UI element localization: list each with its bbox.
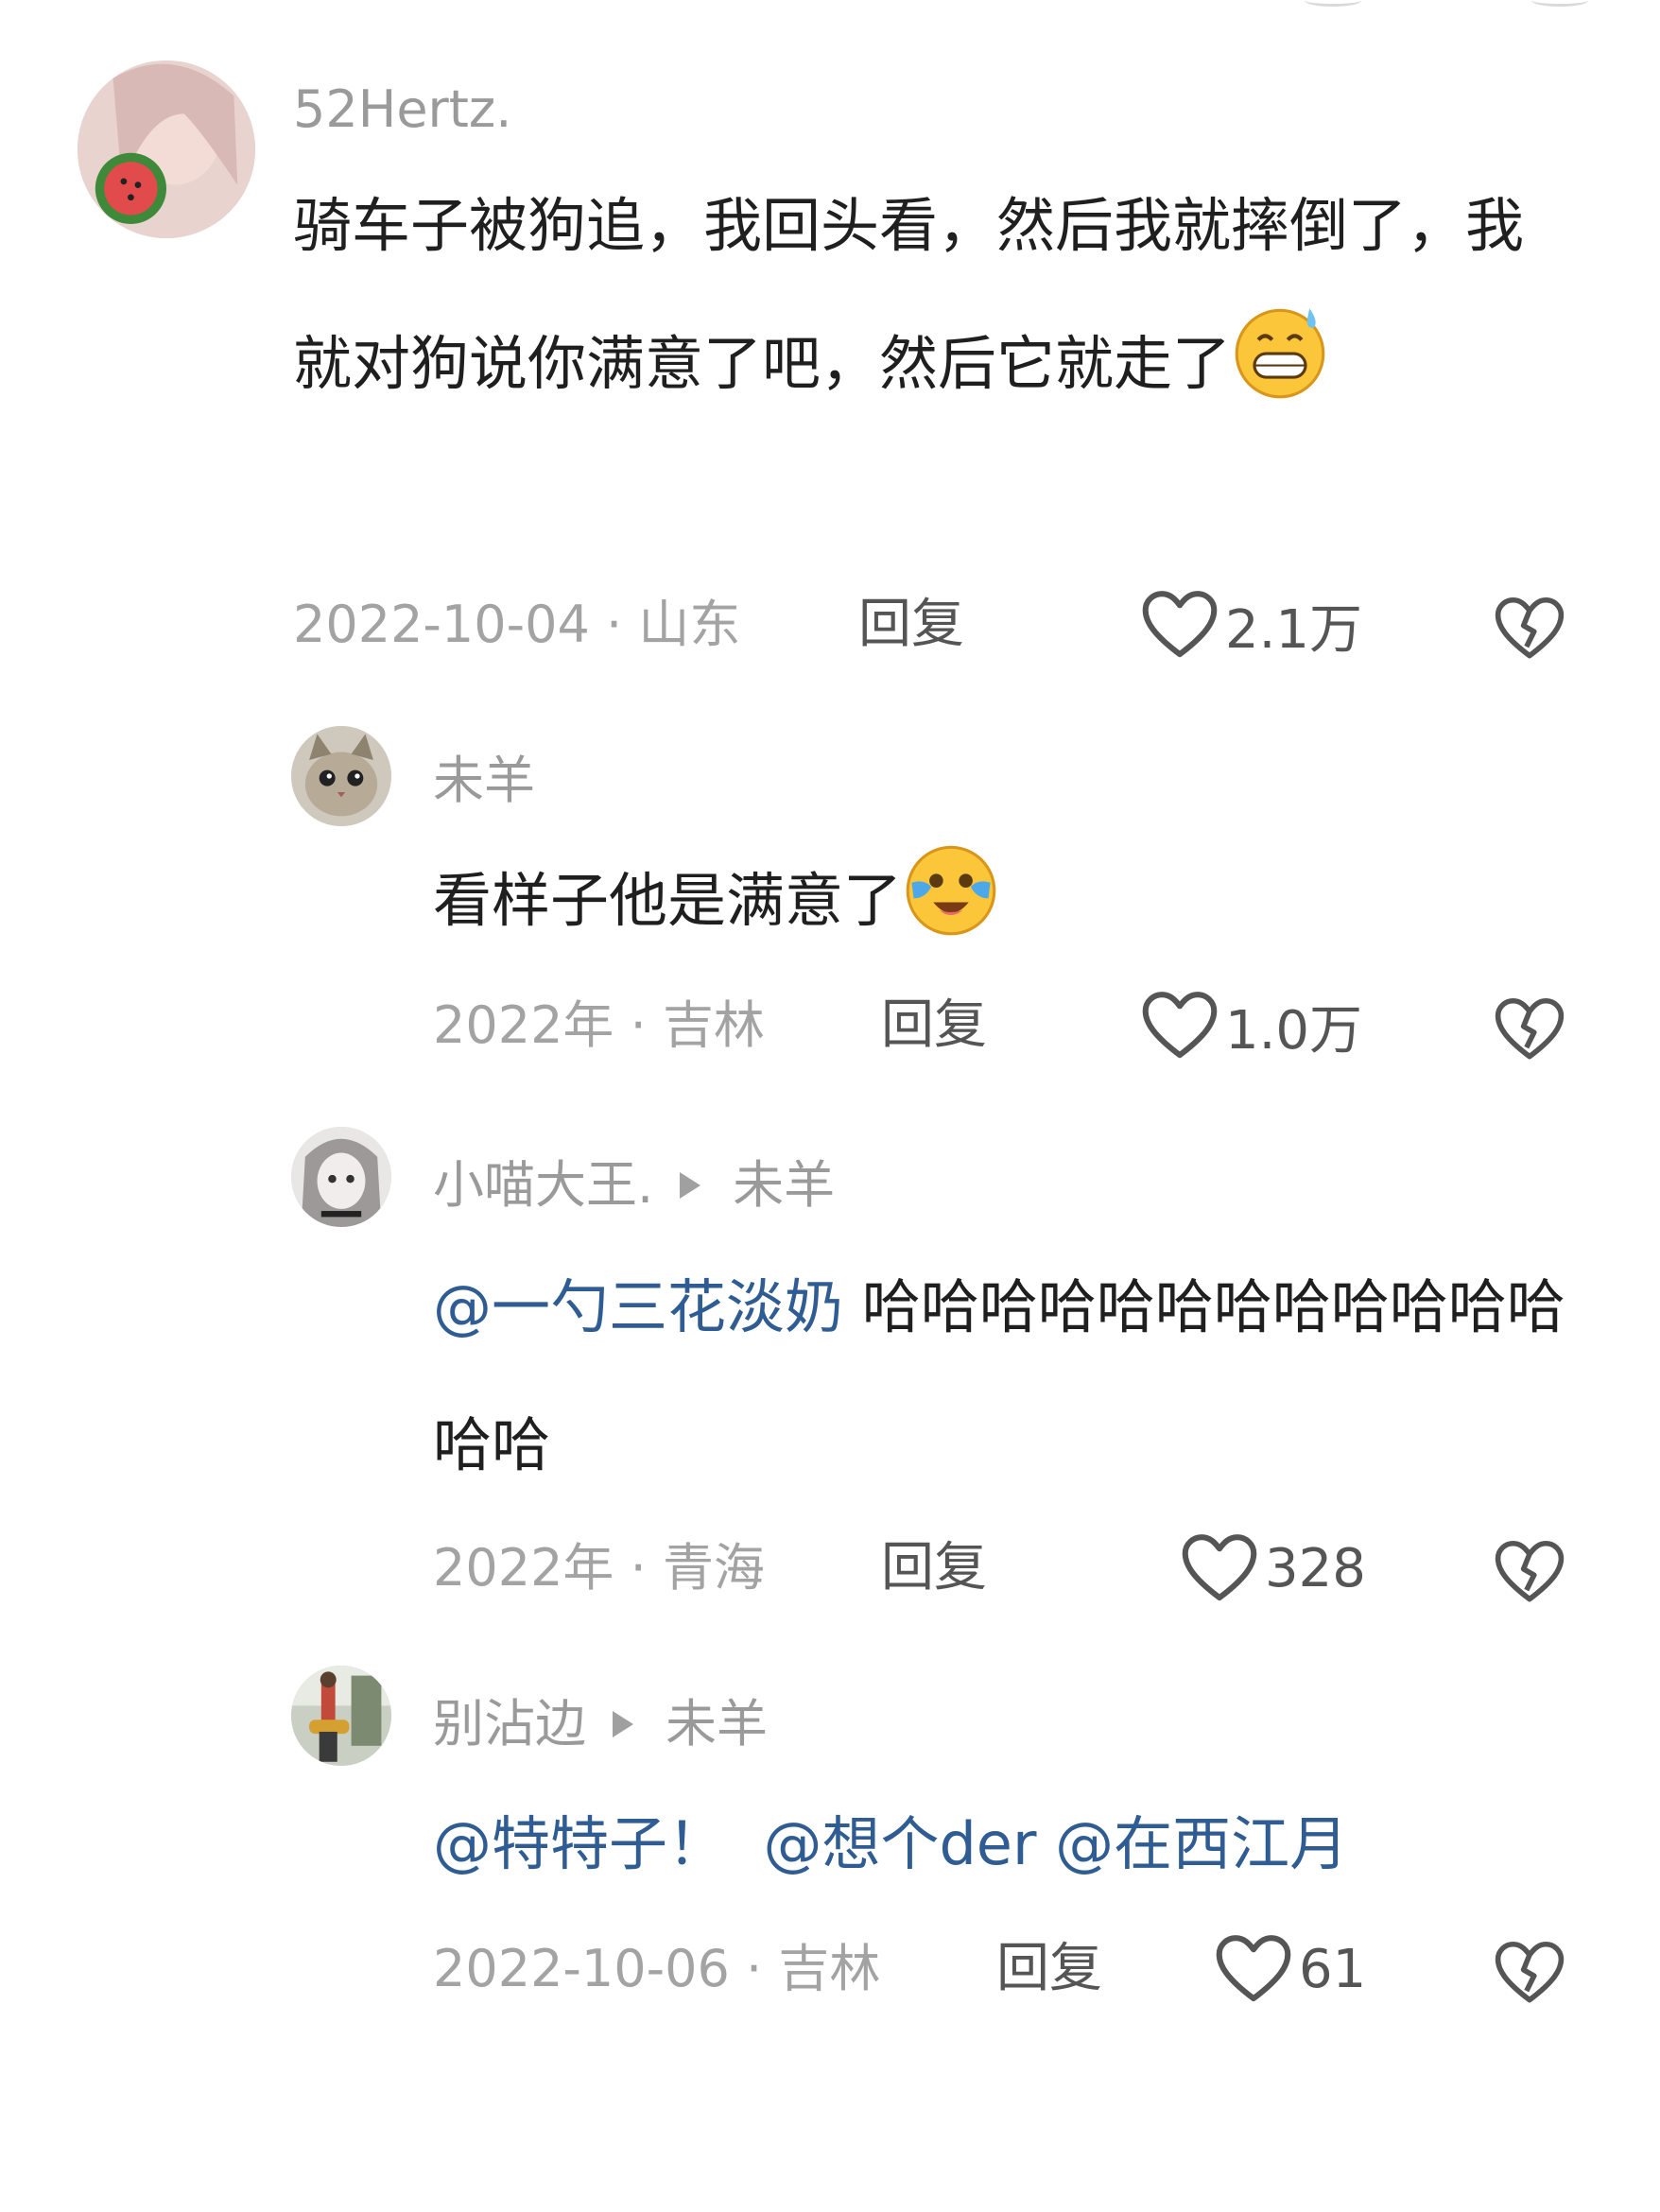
comment-meta: 2022-10-04 · 山东 回复 2.1万 [293, 582, 1579, 667]
like-button[interactable]: 1.0万 [1140, 983, 1362, 1068]
avatar[interactable] [291, 1666, 391, 1766]
date-location: 2022年 · 青海 [433, 1538, 765, 1598]
like-button[interactable]: 61 [1214, 1927, 1366, 2012]
broken-heart-icon[interactable] [1492, 996, 1567, 1063]
like-count: 328 [1265, 1537, 1366, 1599]
mention-link[interactable]: @一勺三花淡奶 [433, 1272, 843, 1341]
reply-to-user[interactable]: 未羊 [733, 1155, 835, 1216]
reply-to-user[interactable]: 未羊 [666, 1694, 768, 1754]
like-count: 61 [1299, 1938, 1367, 2000]
broken-heart-icon[interactable] [1492, 1539, 1567, 1605]
username: 小喵大王. 未羊 [433, 1155, 835, 1216]
reply-button[interactable]: 回复 [996, 1927, 1102, 2012]
mention-link[interactable]: @在西江月 [1055, 1809, 1348, 1878]
username[interactable]: 未羊 [433, 751, 535, 811]
broken-heart-icon[interactable] [1492, 596, 1567, 662]
top-edge-arc [1305, 0, 1361, 7]
like-button[interactable]: 328 [1180, 1526, 1366, 1611]
username[interactable]: 52Hertz. [293, 79, 511, 140]
comment-meta: 2022年 · 吉林 回复 1.0万 [433, 983, 1579, 1068]
like-button[interactable]: 2.1万 [1140, 582, 1362, 667]
mention-link[interactable]: @特特子！ [433, 1809, 726, 1878]
avatar[interactable] [78, 60, 255, 238]
reply-button[interactable]: 回复 [858, 582, 964, 667]
heart-icon [1182, 1534, 1257, 1601]
date-location: 2022-10-04 · 山东 [293, 595, 741, 654]
reply-author[interactable]: 别沾边 [433, 1694, 586, 1754]
reply-arrow-icon [613, 1711, 633, 1737]
reply-button[interactable]: 回复 [881, 1526, 987, 1611]
comment-text: 看样子他是满意了 [433, 832, 1567, 987]
heart-icon [1216, 1935, 1291, 2002]
comment-text: @一勺三花淡奶 哈哈哈哈哈哈哈哈哈哈哈哈哈哈 [433, 1238, 1586, 1514]
comment-meta: 2022-10-06 · 吉林 回复 61 [433, 1927, 1579, 2012]
sweat-grin-emoji [1231, 302, 1329, 450]
comment-meta: 2022年 · 青海 回复 328 [433, 1526, 1579, 1611]
comment-text-body: 骑车子被狗追，我回头看，然后我就摔倒了，我就对狗说你满意了吧，然后它就走了 [293, 191, 1525, 398]
avatar[interactable] [291, 726, 391, 826]
heart-icon [1142, 591, 1218, 658]
like-count: 1.0万 [1225, 999, 1363, 1062]
avatar[interactable] [291, 1127, 391, 1227]
date-location: 2022-10-06 · 吉林 [433, 1939, 881, 1998]
reply-button[interactable]: 回复 [881, 983, 987, 1068]
heart-icon [1142, 992, 1218, 1059]
broken-heart-icon[interactable] [1492, 1940, 1567, 2006]
comment-text: @特特子！ @想个der @在西江月 [433, 1775, 1586, 1913]
crying-laughing-emoji [902, 839, 1000, 987]
reply-arrow-icon [680, 1172, 701, 1199]
like-count: 2.1万 [1225, 598, 1363, 661]
reply-author[interactable]: 小喵大王. [433, 1155, 653, 1216]
comment-text: 骑车子被狗追，我回头看，然后我就摔倒了，我就对狗说你满意了吧，然后它就走了 [293, 157, 1560, 450]
username: 别沾边 未羊 [433, 1694, 768, 1754]
date-location: 2022年 · 吉林 [433, 995, 765, 1055]
mention-link[interactable]: @想个der [763, 1809, 1036, 1878]
comment-text-body: 看样子他是满意了 [433, 866, 903, 935]
top-edge-arc [1531, 0, 1588, 7]
